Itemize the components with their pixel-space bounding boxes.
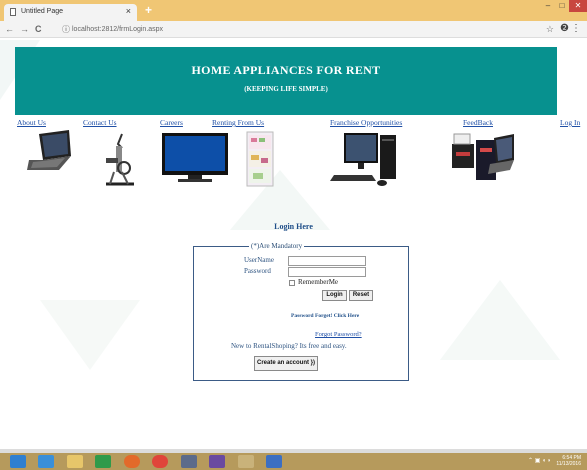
url-field[interactable]: localhost:2812/frmLogin.aspx [72,26,163,33]
back-icon[interactable]: ← [5,24,14,34]
login-button[interactable]: Login [322,290,347,301]
nav-franchise-opportunities[interactable]: Franchise Opportunities [330,118,402,127]
internet-explorer-icon[interactable] [38,455,54,468]
nav-careers[interactable]: Careers [160,118,183,127]
remember-me-checkbox[interactable] [289,280,295,286]
mandatory-legend: (*)Are Mandatory [249,242,305,250]
store-icon[interactable] [95,455,111,468]
paint-icon[interactable] [238,455,254,468]
username-input[interactable] [288,256,366,266]
site-title: HOME APPLIANCES FOR RENT [191,63,381,77]
word-icon[interactable] [266,455,282,468]
firefox-icon[interactable] [124,455,140,468]
info-icon[interactable]: ⓘ [62,24,70,35]
nav-log-in[interactable]: Log In [560,118,580,127]
browser-tab-bar: Untitled Page × + – □ ✕ [0,0,587,21]
password-label: Password [244,267,271,275]
tab-title: Untitled Page [21,8,64,15]
signup-prompt: New to RentalShoping? Its free and easy. [231,342,347,350]
sql-server-icon[interactable] [181,455,197,468]
address-bar: ← → C ⓘ localhost:2812/frmLogin.aspx ☆ ❷… [0,21,587,38]
window-controls: – □ ✕ [541,0,587,12]
menu-icon[interactable]: ⋮ [571,23,581,34]
bookmark-star-icon[interactable]: ☆ [546,24,554,35]
system-tray-icons[interactable]: ⌃ ▣ ◖ ◗ [528,457,551,464]
printer-and-laptop-image [452,133,514,180]
create-account-button[interactable]: Create an account }) [254,356,318,371]
nav-renting-from-us[interactable]: Renting From Us [212,118,264,127]
television-image [162,133,228,182]
nav-about-us[interactable]: About Us [17,118,46,127]
username-label: UserName [244,256,274,264]
nav-contact-us[interactable]: Contact Us [83,118,117,127]
new-tab-button[interactable]: + [145,3,152,17]
desktop-computer-image [330,133,396,186]
taskbar: ⌃ ▣ ◖ ◗ 6:54 PM 11/13/2016 [0,453,587,470]
reset-button[interactable]: Reset [349,290,373,301]
maximize-button[interactable]: □ [555,0,569,12]
nav-feedback[interactable]: FeedBack [463,118,493,127]
file-explorer-icon[interactable] [67,455,83,468]
forgot-password-link[interactable]: Forgot Password? [315,331,362,338]
exercise-bike-image [106,133,134,186]
minimize-button[interactable]: – [541,0,555,12]
start-icon[interactable] [10,455,26,468]
site-tagline: (KEEPING LIFE SIMPLE) [244,85,328,93]
watermark-shape [40,300,140,370]
clock-date: 11/13/2016 [556,461,581,467]
watermark-shape [440,280,560,360]
visual-studio-icon[interactable] [209,455,225,468]
account-icon[interactable]: ❷ [560,23,569,34]
remember-me-label: RememberMe [298,278,339,286]
forward-icon[interactable]: → [20,24,29,34]
password-forget-link[interactable]: Password Forget! Click Here [291,313,359,319]
laptop-image [27,130,71,170]
reload-icon[interactable]: C [35,24,42,34]
browser-tab[interactable]: Untitled Page × [4,4,137,21]
login-form: (*)Are Mandatory UserName Password Remem… [193,242,409,381]
close-tab-icon[interactable]: × [126,6,131,16]
refrigerator-image [246,131,274,187]
page-icon [10,8,16,16]
password-input[interactable] [288,267,366,277]
close-window-button[interactable]: ✕ [569,0,587,12]
site-header: HOME APPLIANCES FOR RENT (KEEPING LIFE S… [15,47,557,115]
system-clock[interactable]: 6:54 PM 11/13/2016 [556,455,581,467]
chrome-icon[interactable] [152,455,168,468]
login-heading: Login Here [274,222,313,231]
